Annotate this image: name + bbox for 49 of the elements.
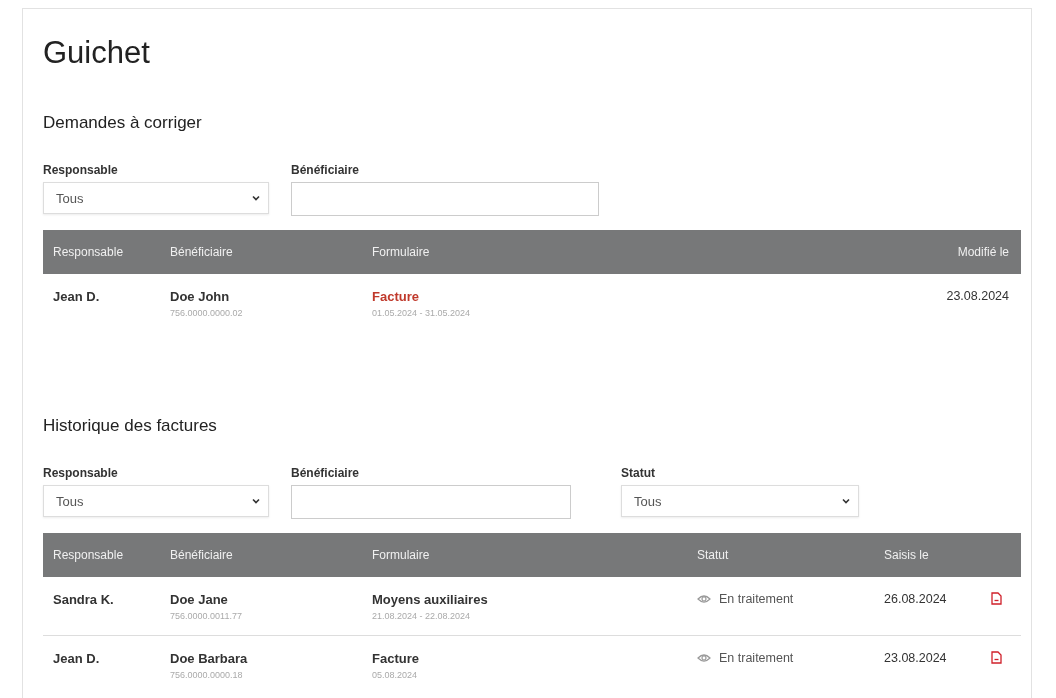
table-cell: Sandra K.	[53, 592, 114, 607]
column-header: Formulaire	[372, 548, 430, 562]
column-header: Responsable	[53, 245, 124, 259]
select-field[interactable]: Tous	[621, 485, 859, 517]
date-text: 23.08.2024	[884, 651, 947, 665]
table-cell: Jean D.	[53, 289, 100, 304]
field-label: Bénéficiaire	[291, 163, 361, 177]
status-text: En traitement	[719, 592, 794, 606]
period-text: 05.08.2024	[372, 670, 419, 680]
beneficiary-name: Doe Barbara	[170, 651, 249, 666]
form-name: Facture	[372, 651, 420, 666]
chevron-down-icon	[252, 498, 260, 504]
field-label: Bénéficiaire	[291, 466, 361, 480]
eye-icon	[697, 653, 711, 663]
column-header: Responsable	[53, 548, 124, 562]
form-name: Moyens auxiliaires	[372, 592, 489, 607]
column-header: Modifié le	[957, 245, 1009, 259]
chevron-down-icon	[842, 498, 850, 504]
pdf-document-icon[interactable]	[991, 592, 1002, 605]
date-text: 23.08.2024	[946, 289, 1009, 303]
insurance-number: 756.0000.0011.77	[170, 611, 243, 621]
pdf-document-icon[interactable]	[991, 651, 1002, 664]
field-label: Statut	[621, 466, 656, 480]
date-text: 26.08.2024	[884, 592, 947, 606]
chevron-down-icon	[252, 195, 260, 201]
insurance-number: 756.0000.0000.02	[170, 308, 244, 318]
section-heading: Demandes à corriger	[43, 113, 203, 133]
column-header: Bénéficiaire	[170, 548, 233, 562]
beneficiary-name: Doe Jane	[170, 592, 229, 607]
input-field[interactable]	[291, 182, 599, 216]
status-text: En traitement	[719, 651, 794, 665]
input-field[interactable]	[291, 485, 571, 519]
eye-icon	[697, 594, 711, 604]
period-text: 21.08.2024 - 22.08.2024	[372, 611, 472, 621]
table-cell: Jean D.	[53, 651, 100, 666]
period-text: 01.05.2024 - 31.05.2024	[372, 308, 472, 318]
column-header: Formulaire	[372, 245, 430, 259]
column-header: Statut	[697, 548, 729, 562]
field-label: Responsable	[43, 163, 119, 177]
beneficiary-name: Doe John	[170, 289, 231, 304]
column-header: Saisis le	[884, 548, 929, 562]
form-link[interactable]: Facture	[372, 289, 739, 304]
select-field[interactable]: Tous	[43, 182, 269, 214]
column-header: Bénéficiaire	[170, 245, 233, 259]
select-field[interactable]: Tous	[43, 485, 269, 517]
page-title: Guichet	[43, 35, 151, 71]
insurance-number: 756.0000.0000.18	[170, 670, 244, 680]
field-label: Responsable	[43, 466, 119, 480]
section-heading: Historique des factures	[43, 416, 218, 436]
